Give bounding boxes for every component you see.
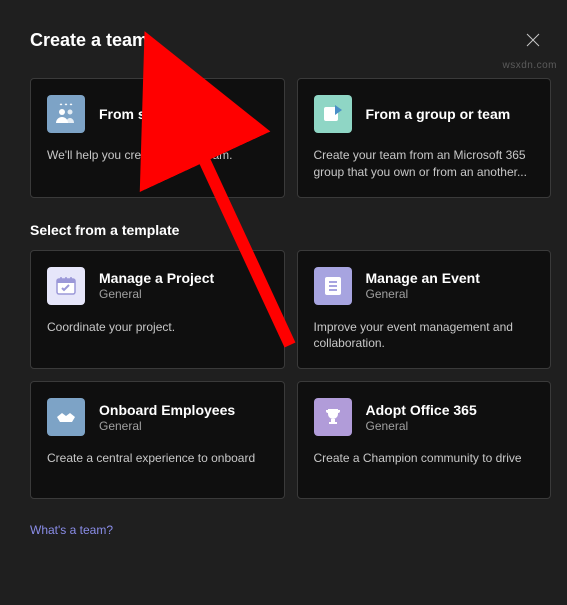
- template-manage-project[interactable]: Manage a Project General Coordinate your…: [30, 250, 285, 370]
- card-subtitle: General: [366, 287, 480, 301]
- card-title: Manage an Event: [366, 270, 480, 286]
- card-title: From scratch: [99, 106, 188, 122]
- card-subtitle: General: [99, 287, 214, 301]
- card-title: Adopt Office 365: [366, 402, 477, 418]
- card-titles: Onboard Employees General: [99, 402, 235, 433]
- card-titles: Adopt Office 365 General: [366, 402, 477, 433]
- card-title: Manage a Project: [99, 270, 214, 286]
- list-icon: [314, 267, 352, 305]
- card-header: Adopt Office 365 General: [314, 398, 535, 436]
- close-icon: [526, 33, 540, 47]
- template-onboard-employees[interactable]: Onboard Employees General Create a centr…: [30, 381, 285, 499]
- card-titles: Manage a Project General: [99, 270, 214, 301]
- card-titles: Manage an Event General: [366, 270, 480, 301]
- card-description: Create a central experience to onboard: [47, 450, 268, 467]
- template-manage-event[interactable]: Manage an Event General Improve your eve…: [297, 250, 552, 370]
- templates-section-title: Select from a template: [30, 222, 551, 238]
- card-header: Manage an Event General: [314, 267, 535, 305]
- card-description: Coordinate your project.: [47, 319, 268, 336]
- card-subtitle: General: [366, 419, 477, 433]
- card-header: From scratch: [47, 95, 268, 133]
- handshake-icon: [47, 398, 85, 436]
- card-description: Improve your event management and collab…: [314, 319, 535, 353]
- people-plus-icon: [47, 95, 85, 133]
- card-header: Onboard Employees General: [47, 398, 268, 436]
- card-header: From a group or team: [314, 95, 535, 133]
- templates-grid: Manage a Project General Coordinate your…: [30, 250, 551, 500]
- whats-a-team-link[interactable]: What's a team?: [30, 523, 551, 537]
- card-description: Create a Champion community to drive: [314, 450, 535, 467]
- card-title: From a group or team: [366, 106, 511, 122]
- create-team-dialog: Create a team From scratch: [0, 0, 567, 605]
- trophy-icon: [314, 398, 352, 436]
- card-description: Create your team from an Microsoft 365 g…: [314, 147, 535, 181]
- card-description: We'll help you create a basic team.: [47, 147, 268, 164]
- option-from-scratch[interactable]: From scratch We'll help you create a bas…: [30, 78, 285, 198]
- dialog-title: Create a team: [30, 30, 148, 51]
- card-titles: From a group or team: [366, 106, 511, 122]
- card-header: Manage a Project General: [47, 267, 268, 305]
- card-title: Onboard Employees: [99, 402, 235, 418]
- dialog-header: Create a team: [30, 28, 551, 52]
- card-titles: From scratch: [99, 106, 188, 122]
- watermark-text: wsxdn.com: [502, 60, 557, 71]
- card-subtitle: General: [99, 419, 235, 433]
- create-options-grid: From scratch We'll help you create a bas…: [30, 78, 551, 198]
- close-button[interactable]: [521, 28, 545, 52]
- calendar-check-icon: [47, 267, 85, 305]
- option-from-group[interactable]: From a group or team Create your team fr…: [297, 78, 552, 198]
- group-arrow-icon: [314, 95, 352, 133]
- template-adopt-office365[interactable]: Adopt Office 365 General Create a Champi…: [297, 381, 552, 499]
